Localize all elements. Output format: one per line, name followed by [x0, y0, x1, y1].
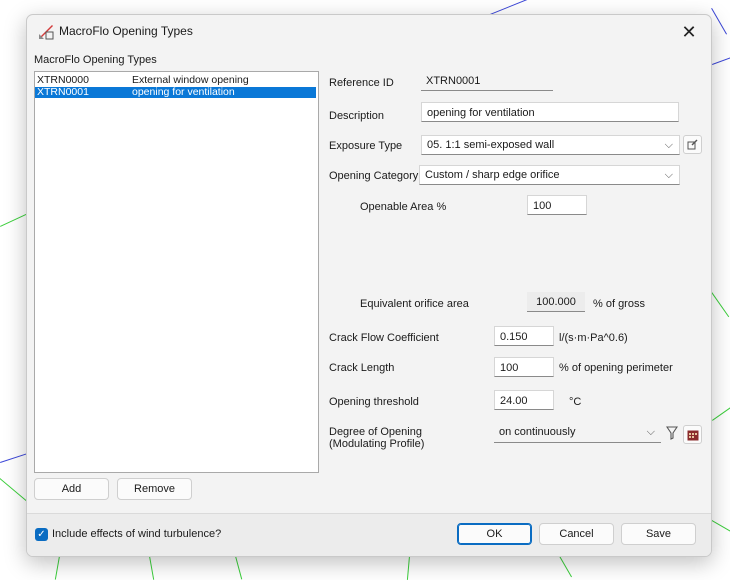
reference-id-value: XTRN0001	[421, 71, 553, 91]
modulating-profile-label: (Modulating Profile)	[329, 438, 424, 450]
description-input[interactable]: opening for ventilation	[421, 102, 679, 122]
crack-flow-label: Crack Flow Coefficient	[329, 332, 439, 344]
list-item[interactable]: XTRN0001 opening for ventilation	[35, 87, 316, 98]
background-line	[407, 556, 410, 580]
list-item-id: XTRN0001	[37, 87, 89, 98]
degree-of-opening-select[interactable]: on continuously ⌵	[494, 423, 661, 443]
openable-area-label: Openable Area %	[360, 201, 446, 213]
crack-flow-unit: l/(s·m·Pa^0.6)	[559, 332, 628, 344]
cancel-button[interactable]: Cancel	[539, 523, 614, 545]
background-line	[711, 8, 727, 34]
background-line	[235, 556, 242, 579]
wind-turbulence-checkbox[interactable]: ✓	[35, 528, 48, 541]
list-item[interactable]: XTRN0000 External window opening	[35, 75, 316, 86]
filter-icon	[666, 426, 678, 440]
background-line	[559, 556, 572, 577]
exposure-type-value: 05. 1:1 semi-exposed wall	[427, 139, 554, 151]
background-line	[490, 0, 546, 15]
ok-button[interactable]: OK	[457, 523, 532, 545]
window-title: MacroFlo Opening Types	[59, 24, 193, 38]
background-line	[711, 292, 729, 317]
opening-threshold-unit: °C	[569, 396, 581, 408]
crack-flow-input[interactable]: 0.150	[494, 326, 554, 346]
profile-calendar-button[interactable]	[683, 425, 702, 444]
list-group-label: MacroFlo Opening Types	[34, 54, 157, 66]
openable-area-input[interactable]: 100	[527, 195, 587, 215]
close-icon: ✕	[681, 22, 696, 43]
calendar-icon	[687, 429, 699, 441]
exposure-type-select[interactable]: 05. 1:1 semi-exposed wall ⌵	[421, 135, 680, 155]
background-line	[149, 556, 154, 580]
equivalent-orifice-unit: % of gross	[593, 298, 645, 310]
equivalent-orifice-label: Equivalent orifice area	[360, 298, 469, 310]
opening-threshold-label: Opening threshold	[329, 396, 419, 408]
exposure-type-label: Exposure Type	[329, 140, 402, 152]
background-line	[0, 453, 29, 463]
degree-of-opening-value: on continuously	[499, 426, 575, 438]
list-item-id: XTRN0000	[37, 75, 89, 86]
reference-id-label: Reference ID	[329, 77, 394, 89]
background-line	[712, 520, 730, 536]
background-line	[712, 403, 730, 421]
chevron-down-icon: ⌵	[665, 136, 673, 154]
save-button[interactable]: Save	[621, 523, 696, 545]
close-button[interactable]: ✕	[667, 15, 711, 49]
ruler-pencil-icon	[37, 23, 55, 41]
add-button[interactable]: Add	[34, 478, 109, 500]
background-line	[55, 556, 60, 580]
remove-button[interactable]: Remove	[117, 478, 192, 500]
equivalent-orifice-value: 100.000	[527, 292, 585, 312]
opening-category-select[interactable]: Custom / sharp edge orifice ⌵	[419, 165, 680, 185]
wind-turbulence-label: Include effects of wind turbulence?	[52, 528, 221, 540]
macroflo-dialog: MacroFlo Opening Types ✕ MacroFlo Openin…	[26, 14, 712, 557]
background-line	[0, 213, 28, 227]
background-line	[712, 54, 730, 65]
chevron-down-icon: ⌵	[665, 166, 673, 184]
list-item-description: External window opening	[132, 75, 249, 86]
exposure-edit-button[interactable]	[683, 135, 702, 154]
checkmark-icon: ✓	[37, 529, 45, 540]
opening-types-list[interactable]: XTRN0000 External window opening XTRN000…	[34, 71, 319, 473]
edit-icon	[687, 139, 698, 150]
profile-filter-button[interactable]	[662, 423, 681, 442]
degree-of-opening-label: Degree of Opening	[329, 426, 422, 438]
list-item-description: opening for ventilation	[132, 87, 235, 98]
opening-category-value: Custom / sharp edge orifice	[425, 169, 560, 181]
opening-category-label: Opening Category	[329, 170, 418, 182]
crack-length-label: Crack Length	[329, 362, 394, 374]
description-label: Description	[329, 110, 384, 122]
opening-threshold-input[interactable]: 24.00	[494, 390, 554, 410]
chevron-down-icon: ⌵	[647, 423, 655, 441]
dialog-footer: ✓ Include effects of wind turbulence? OK…	[27, 513, 711, 557]
title-bar[interactable]: MacroFlo Opening Types ✕	[27, 15, 711, 49]
crack-length-unit: % of opening perimeter	[559, 362, 673, 374]
crack-length-input[interactable]: 100	[494, 357, 554, 377]
